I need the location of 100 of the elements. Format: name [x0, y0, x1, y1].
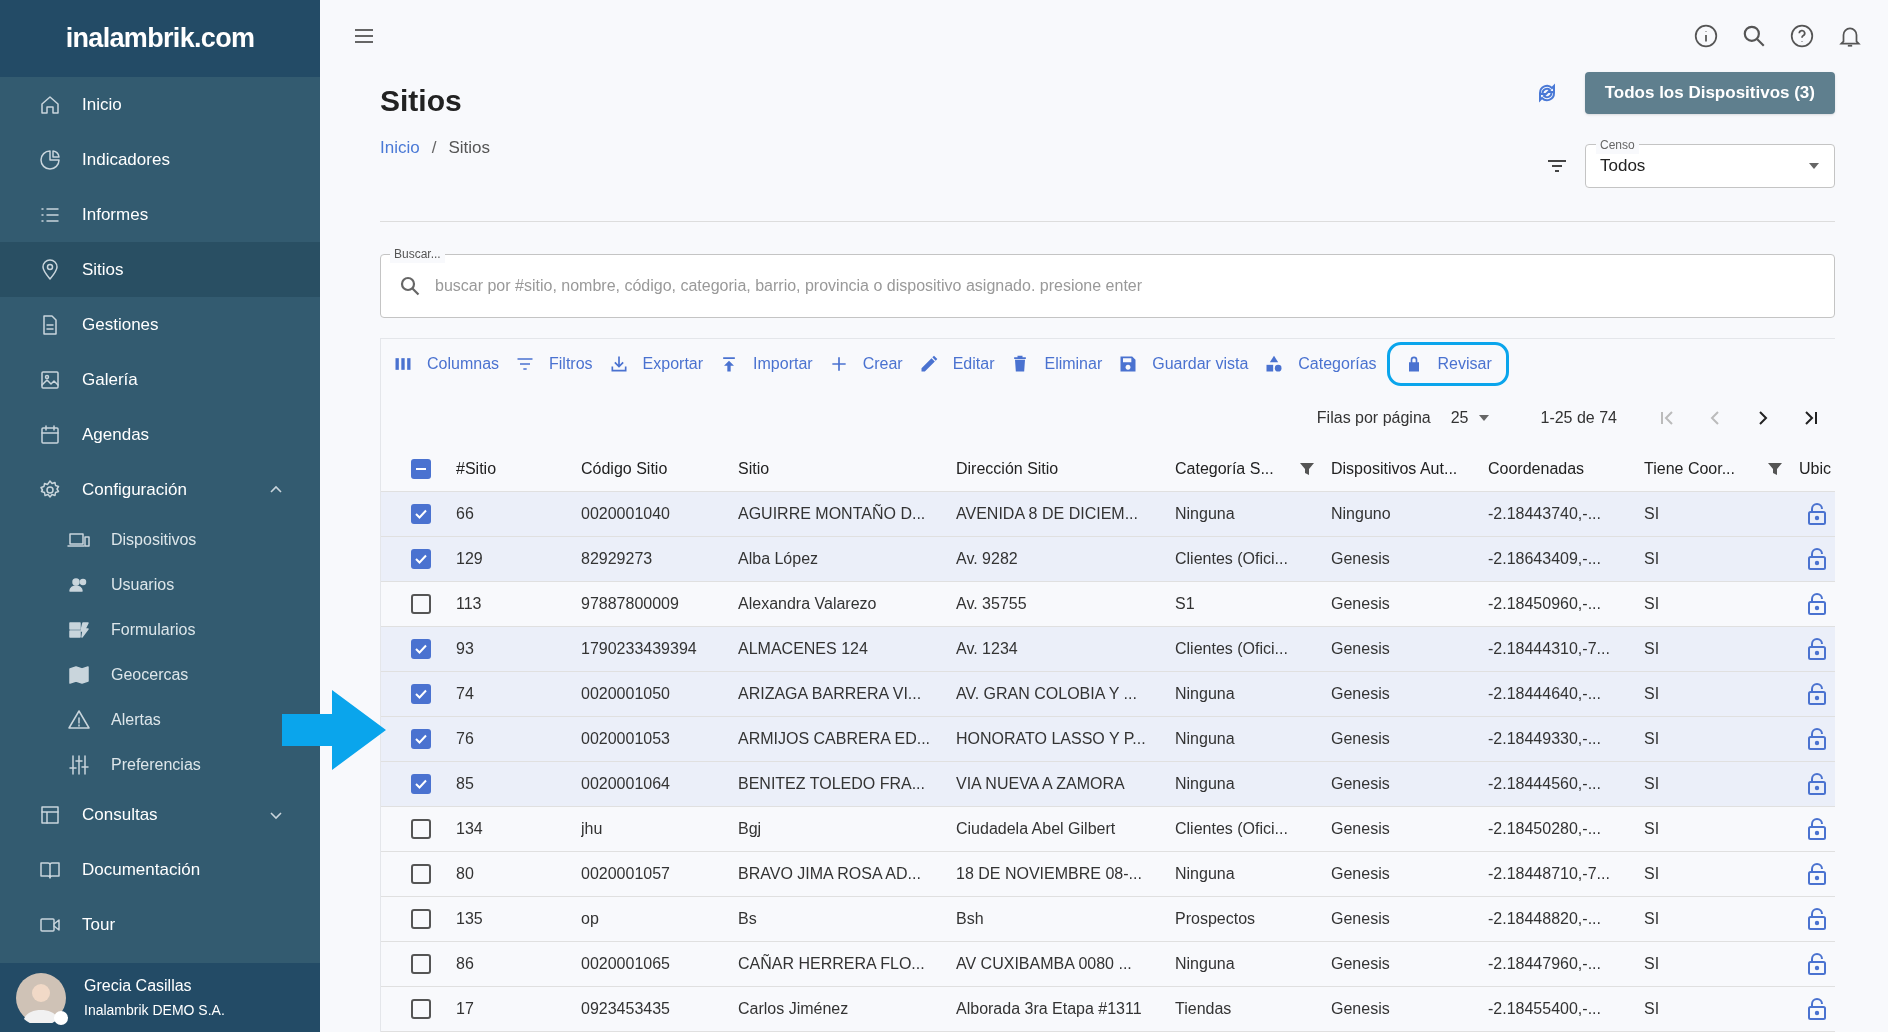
search-icon[interactable] [1741, 23, 1767, 49]
sidebar-item[interactable]: Indicadores [0, 132, 320, 187]
table-cell-text: SI [1644, 549, 1661, 569]
toolbar-button[interactable]: Exportar [602, 342, 710, 386]
toolbar-button[interactable]: Filtros [509, 342, 599, 386]
devices-button[interactable]: Todos los Dispositivos (3) [1584, 72, 1835, 114]
breadcrumb-link[interactable]: Inicio [380, 135, 420, 161]
table-cell-text: -2.18449330,-... [1488, 729, 1602, 749]
column-header[interactable]: Categoría S... [1175, 457, 1331, 481]
sidebar-item[interactable]: Inicio [0, 77, 320, 132]
table-cell-text: BENITEZ TOLEDO FRA... [738, 774, 926, 794]
table-cell-text: S1 [1175, 594, 1196, 614]
filter-icon[interactable] [1767, 461, 1783, 477]
checkbox[interactable] [410, 684, 431, 704]
filter-icon[interactable] [1299, 461, 1315, 477]
padlock-icon[interactable] [1807, 773, 1827, 795]
table-row[interactable]: 134 jhu Bgj Ciudadela Abel Gilbert Clientes (Ofici... Genesis -2.18450280,-... SI [381, 807, 1835, 852]
checkbox[interactable] [410, 639, 431, 659]
sidebar-item[interactable]: Tour [0, 897, 320, 952]
checkbox[interactable] [410, 594, 431, 614]
checkbox[interactable] [410, 954, 431, 974]
padlock-icon[interactable] [1807, 818, 1827, 840]
rows-per-page-label: Filas por página [1316, 408, 1431, 428]
column-header[interactable]: Sitio [738, 457, 956, 481]
search-icon [398, 274, 422, 298]
sidebar-item[interactable]: Informes [0, 187, 320, 242]
sidebar-item[interactable]: Consultas [0, 787, 320, 842]
sidebar-item[interactable]: Sitios [0, 242, 320, 297]
checkbox[interactable] [410, 549, 431, 569]
sidebar-subitem[interactable]: Preferencias [67, 742, 211, 787]
padlock-icon[interactable] [1807, 908, 1827, 930]
padlock-icon[interactable] [1807, 683, 1827, 705]
table-cell-text: 113 [456, 594, 483, 614]
sidebar-subitem[interactable]: Alertas [67, 697, 171, 742]
table-row[interactable]: 93 1790233439394 ALMACENES 124 Av. 1234 Clientes (Ofici... Genesis -2.18444310,-7... SI [381, 627, 1835, 672]
padlock-icon[interactable] [1807, 548, 1827, 570]
column-header[interactable]: Tiene Coor... [1644, 457, 1799, 481]
padlock-icon[interactable] [1807, 953, 1827, 975]
table-row[interactable]: 86 0020001065 CAÑAR HERRERA FLO... AV CUXIBAMBA 0080 ... Ninguna Genesis -2.18447960,-... SI [381, 942, 1835, 987]
checkbox[interactable] [410, 864, 431, 884]
sidebar-item[interactable]: Agendas [0, 407, 320, 462]
table-cell-text: 0020001050 [581, 684, 671, 704]
sidebar-subitem[interactable]: Formularios [67, 607, 206, 652]
table-cell-text: AGUIRRE MONTAÑO D... [738, 503, 927, 524]
table-row[interactable]: 74 0020001050 ARIZAGA BARRERA VI... AV. GRAN COLOBIA Y ... Ninguna Genesis -2.18444640,-... SI [381, 672, 1835, 717]
table-row[interactable]: 80 0020001057 BRAVO JIMA ROSA AD... 18 DE NOVIEMBRE 08-... Ninguna Genesis -2.18448710,-7... SI [381, 852, 1835, 897]
column-header[interactable]: #Sitio [456, 457, 581, 481]
table-cell-text: HONORATO LASSO Y P... [956, 729, 1147, 749]
sidebar-item[interactable]: Documentación [0, 842, 320, 897]
table-row[interactable]: 66 0020001040 AGUIRRE MONTAÑO D... AVENIDA 8 DE DICIEM... Ninguna Ninguno -2.18443740,-... SI [381, 492, 1835, 537]
sidebar-subitem[interactable]: Usuarios [67, 562, 185, 607]
padlock-icon[interactable] [1807, 863, 1827, 885]
column-header[interactable]: Dispositivos Aut... [1331, 457, 1488, 481]
info-icon[interactable] [1693, 23, 1719, 49]
toolbar-button[interactable]: Importar [713, 342, 819, 386]
table-cell-text: 86 [456, 954, 475, 974]
sidebar-subitem[interactable]: Dispositivos [67, 517, 207, 562]
table-cell-text: Bsh [956, 909, 985, 929]
help-icon[interactable] [1789, 23, 1815, 49]
column-header[interactable]: Coordenadas [1488, 457, 1644, 481]
padlock-icon[interactable] [1807, 998, 1827, 1020]
toolbar-button[interactable]: Eliminar [1004, 342, 1109, 386]
column-header[interactable]: Ubic [1799, 457, 1835, 481]
table-cell-text: SI [1644, 594, 1661, 614]
table-cell-text: AVENIDA 8 DE DICIEM... [956, 504, 1139, 524]
toolbar-button[interactable]: Editar [912, 342, 1001, 386]
toolbar-button[interactable]: Revisar [1386, 342, 1509, 386]
padlock-icon[interactable] [1807, 728, 1827, 750]
sidebar-item[interactable]: Configuración [0, 462, 320, 517]
table-cell-text: AV. GRAN COLOBIA Y ... [956, 684, 1138, 704]
checkbox[interactable] [410, 999, 431, 1019]
select-all-checkbox[interactable] [410, 459, 431, 479]
checkbox[interactable] [410, 774, 431, 794]
checkbox[interactable] [410, 729, 431, 749]
padlock-icon[interactable] [1807, 593, 1827, 615]
column-header[interactable]: Código Sitio [581, 457, 738, 481]
table-row[interactable]: 76 0020001053 ARMIJOS CABRERA ED... HONORATO LASSO Y P... Ninguna Genesis -2.18449330,-... SI [381, 717, 1835, 762]
checkbox[interactable] [410, 909, 431, 929]
toolbar-button[interactable]: Guardar vista [1112, 342, 1255, 386]
checkbox[interactable] [410, 504, 431, 524]
table-row[interactable]: 129 82929273 Alba López Av. 9282 Clientes (Ofici... Genesis -2.18643409,-... SI [381, 537, 1835, 582]
table-cell-text: 85 [456, 774, 475, 794]
checkbox[interactable] [410, 819, 431, 839]
sidebar-item[interactable]: Galería [0, 352, 320, 407]
table-cell-text: -2.18643409,-... [1488, 549, 1602, 569]
toolbar-button[interactable]: Columnas [387, 342, 506, 386]
column-header[interactable]: Dirección Sitio [956, 457, 1175, 481]
toolbar-button[interactable]: Crear [822, 342, 909, 386]
table-row[interactable]: 85 0020001064 BENITEZ TOLEDO FRA... VIA NUEVA A ZAMORA Ninguna Genesis -2.18444560,-... SI [381, 762, 1835, 807]
sidebar-item[interactable]: Gestiones [0, 297, 320, 352]
sidebar-subitem[interactable]: Geocercas [67, 652, 199, 697]
table-cell-text: 74 [456, 684, 475, 704]
table-row[interactable]: 135 op Bs Bsh Prospectos Genesis -2.18448820,-... SI [381, 897, 1835, 942]
logo[interactable]: inalambrik.com [65, 18, 255, 59]
rows-per-page-select[interactable]: 25 [1450, 406, 1491, 430]
table-cell-text: Genesis [1331, 864, 1391, 884]
padlock-icon[interactable] [1807, 638, 1827, 660]
toolbar-button[interactable]: Categorías [1258, 342, 1383, 386]
padlock-icon[interactable] [1807, 503, 1827, 525]
table-row[interactable]: 17 0923453435 Carlos Jiménez Alborada 3ra Etapa #1311 Tiendas Genesis -2.18455400,-... SI [381, 987, 1835, 1032]
